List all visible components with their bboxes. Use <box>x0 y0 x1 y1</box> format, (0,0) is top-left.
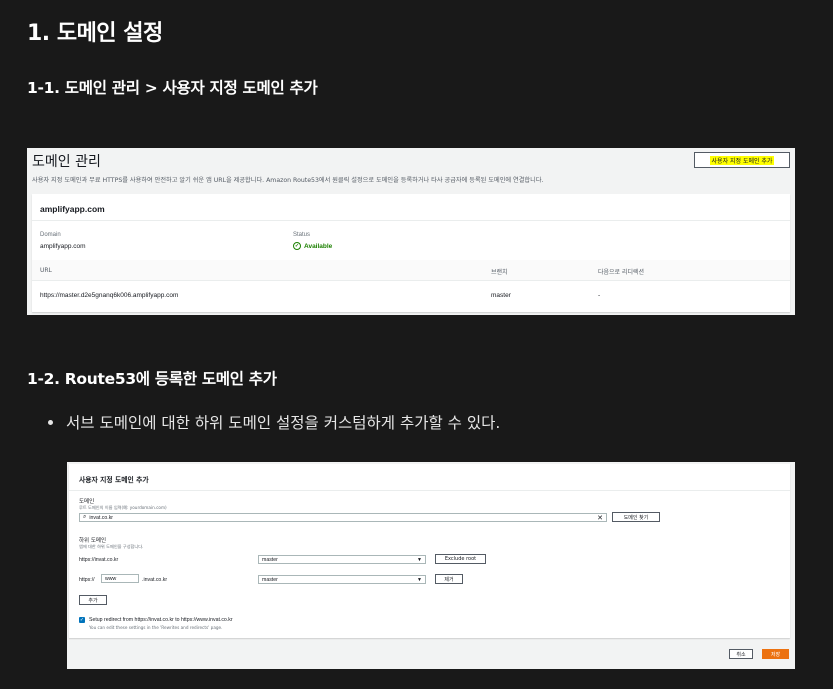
redirect-hint: You can edit these settings in the 'Rewr… <box>89 625 223 630</box>
remove-subdomain-button[interactable]: 제거 <box>435 574 463 584</box>
add-domain-card: 사용자 지정 도메인 추가 도메인 루트 도메인의 이름 입력(예: yourd… <box>69 464 790 638</box>
exclude-root-button[interactable]: Exclude root <box>435 554 486 564</box>
bullet-text: 서브 도메인에 대한 하위 도메인 설정을 커스텀하게 추가할 수 있다. <box>66 414 501 432</box>
cancel-button[interactable]: 취소 <box>729 649 753 659</box>
add-domain-header: 사용자 지정 도메인 추가 <box>79 476 149 484</box>
domain-field-label: 도메인 <box>79 499 95 505</box>
domain-label: Domain <box>40 232 61 238</box>
subdomain-www-prefix: https:// <box>79 577 95 583</box>
subdomain-hint: 앱에 대한 하위 도메인을 구성합니다. <box>79 544 144 549</box>
divider <box>32 220 790 221</box>
domain-search-input[interactable]: ⌕ invat.co.kr ✕ <box>79 513 607 522</box>
branch-select-root[interactable]: master ▼ <box>258 555 426 564</box>
domain-management-description: 사용자 지정 도메인과 무료 HTTPS를 사용하여 안전하고 알기 쉬운 앱 … <box>32 177 544 184</box>
domain-search-value: invat.co.kr <box>89 514 114 521</box>
status-value: Available <box>304 242 333 250</box>
add-subdomain-button[interactable]: 추가 <box>79 595 107 605</box>
subdomain-root-prefix: https://invat.co.kr <box>79 557 119 563</box>
redirect-label: Setup redirect from https://invat.co.kr … <box>89 617 233 623</box>
bullet-dot-icon <box>48 419 53 425</box>
column-header-redirect: 다음으로 리디렉션 <box>598 269 645 276</box>
subdomain-input[interactable]: www <box>101 574 139 583</box>
add-domain-screenshot: 사용자 지정 도메인 추가 도메인 루트 도메인의 이름 입력(예: yourd… <box>67 462 795 669</box>
table-header <box>32 260 790 280</box>
page-heading: 1. 도메인 설정 <box>27 21 163 46</box>
check-circle-icon: ✓ <box>293 242 301 250</box>
column-header-branch: 브랜치 <box>491 269 508 276</box>
table-cell-branch: master <box>491 292 511 299</box>
redirect-checkbox[interactable]: ✓ <box>79 617 85 623</box>
branch-select-www[interactable]: master ▼ <box>258 575 426 584</box>
subdomain-suffix: .invat.co.kr <box>142 577 168 583</box>
caret-down-icon: ▼ <box>417 556 422 563</box>
search-icon: ⌕ <box>83 514 87 520</box>
table-cell-url[interactable]: https://master.d2e5gnanq6k006.amplifyapp… <box>40 292 178 299</box>
section-title-domain-management: 1-1. 도메인 관리 > 사용자 지정 도메인 추가 <box>27 79 318 97</box>
save-button[interactable]: 저장 <box>762 649 789 659</box>
branch-select-value: master <box>262 576 278 583</box>
add-custom-domain-button[interactable]: 사용자 지정 도메인 추가 <box>694 152 790 168</box>
column-header-url: URL <box>40 267 52 274</box>
subdomain-label: 하위 도메인 <box>79 538 107 544</box>
bullet-item: 서브 도메인에 대한 하위 도메인 설정을 커스텀하게 추가할 수 있다. <box>48 411 500 433</box>
add-custom-domain-label: 사용자 지정 도메인 추가 <box>709 155 775 165</box>
divider <box>69 490 790 491</box>
domain-field-hint: 루트 도메인의 이름 입력(예: yourdomain.com) <box>79 505 167 510</box>
branch-select-value: master <box>262 556 278 563</box>
caret-down-icon: ▼ <box>417 576 422 583</box>
clear-icon[interactable]: ✕ <box>597 514 603 522</box>
find-domain-button[interactable]: 도메인 찾기 <box>612 512 660 522</box>
domain-value: amplifyapp.com <box>40 243 86 250</box>
subdomain-input-value: www <box>105 575 117 582</box>
domain-card: amplifyapp.com Domain amplifyapp.com Sta… <box>32 194 790 312</box>
table-cell-redirect: - <box>598 292 601 299</box>
domain-management-screenshot: 도메인 관리 사용자 지정 도메인 추가 사용자 지정 도메인과 무료 HTTP… <box>27 148 795 315</box>
domain-management-title: 도메인 관리 <box>32 154 101 170</box>
status-badge: ✓ Available <box>293 242 332 250</box>
divider <box>32 280 790 281</box>
section-title-route53: 1-2. Route53에 등록한 도메인 추가 <box>27 370 277 388</box>
status-label: Status <box>293 232 311 238</box>
domain-card-title: amplifyapp.com <box>40 204 105 214</box>
